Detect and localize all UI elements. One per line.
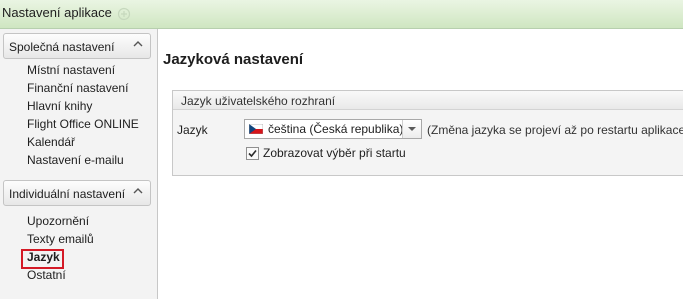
sidebar-item-email-texts[interactable]: Texty emailů bbox=[27, 231, 94, 249]
restart-hint: (Změna jazyka se projeví až po restartu … bbox=[427, 123, 683, 137]
window-titlebar: Nastavení aplikace bbox=[0, 0, 683, 29]
sidebar-item-main-books[interactable]: Hlavní knihy bbox=[27, 98, 139, 116]
group-header-common[interactable]: Společná nastavení bbox=[3, 33, 151, 59]
chevron-up-icon bbox=[133, 188, 143, 194]
chevron-up-icon bbox=[133, 41, 143, 47]
panel-title: Jazyk uživatelského rozhraní bbox=[181, 94, 336, 108]
language-select[interactable]: čeština (Česká republika) bbox=[244, 119, 422, 139]
language-select-value: čeština (Česká republika) bbox=[268, 122, 404, 136]
language-label: Jazyk bbox=[177, 123, 208, 137]
panel-header: Jazyk uživatelského rozhraní bbox=[173, 91, 683, 110]
show-on-start-checkbox[interactable] bbox=[246, 147, 259, 160]
language-panel: Jazyk uživatelského rozhraní Jazyk češti… bbox=[172, 90, 683, 176]
window-title: Nastavení aplikace bbox=[2, 5, 112, 20]
main-content: Jazyková nastavení Jazyk uživatelského r… bbox=[159, 29, 683, 299]
show-on-start-label[interactable]: Zobrazovat výběr při startu bbox=[263, 146, 406, 160]
sidebar-item-calendar[interactable]: Kalendář bbox=[27, 134, 139, 152]
page-title: Jazyková nastavení bbox=[163, 51, 304, 68]
dropdown-button[interactable] bbox=[402, 120, 421, 138]
group-header-individual[interactable]: Individuální nastavení bbox=[3, 180, 151, 206]
app-icon bbox=[117, 7, 131, 21]
sidebar-item-notifications[interactable]: Upozornění bbox=[27, 213, 94, 231]
sidebar-item-local-settings[interactable]: Místní nastavení bbox=[27, 62, 139, 80]
sidebar-item-other[interactable]: Ostatní bbox=[27, 267, 94, 285]
chevron-down-icon bbox=[408, 127, 416, 131]
sidebar-item-financial-settings[interactable]: Finanční nastavení bbox=[27, 80, 139, 98]
group-title: Společná nastavení bbox=[9, 40, 115, 54]
sidebar-item-flight-office-online[interactable]: Flight Office ONLINE bbox=[27, 116, 139, 134]
checkmark-icon bbox=[248, 149, 257, 158]
selection-highlight bbox=[21, 249, 64, 269]
sidebar-item-email-settings[interactable]: Nastavení e-mailu bbox=[27, 152, 139, 170]
common-settings-list: Místní nastavení Finanční nastavení Hlav… bbox=[27, 62, 139, 170]
group-title: Individuální nastavení bbox=[9, 187, 126, 201]
czech-flag-icon bbox=[249, 124, 263, 134]
settings-sidebar: Společná nastavení Místní nastavení Fina… bbox=[0, 29, 158, 299]
